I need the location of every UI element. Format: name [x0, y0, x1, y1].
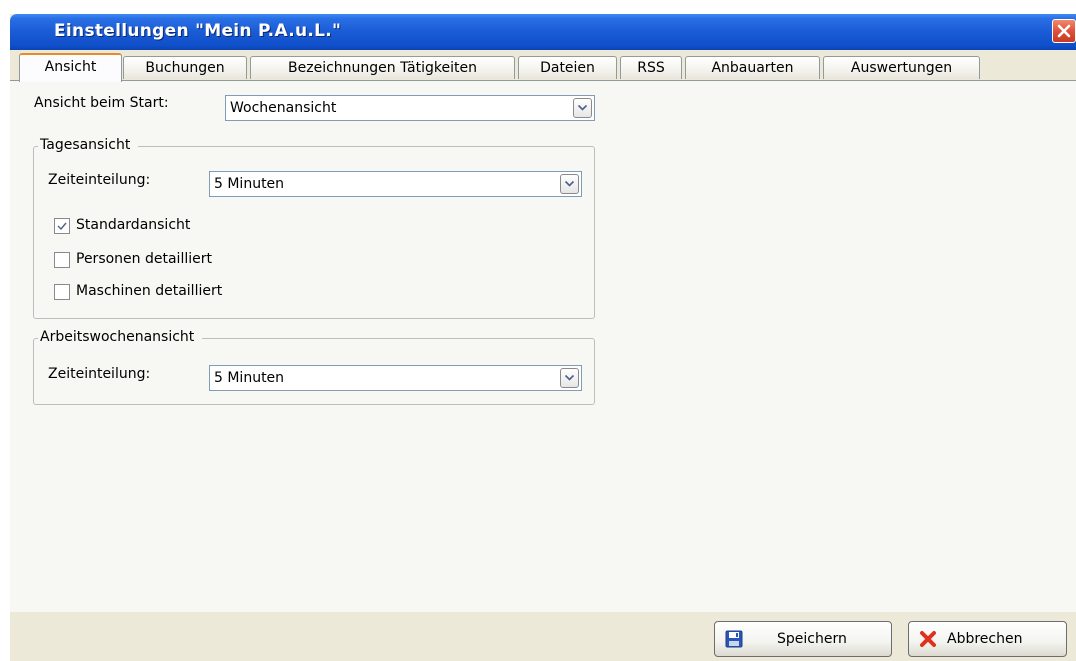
- window-title: Einstellungen "Mein P.A.u.L.": [54, 21, 342, 41]
- group-tagesansicht-title: Tagesansicht: [38, 137, 139, 153]
- settings-dialog: Einstellungen "Mein P.A.u.L." Ansicht Bu…: [10, 14, 1076, 661]
- personen-detailliert-checkbox[interactable]: [54, 252, 70, 268]
- start-view-value: Wochenansicht: [230, 100, 337, 116]
- group-arbeitswochenansicht: Arbeitswochenansicht Zeiteinteilung: 5 M…: [33, 329, 595, 405]
- week-time-division-label: Zeiteinteilung:: [48, 366, 151, 382]
- chevron-down-icon: [577, 104, 588, 111]
- group-tagesansicht: Tagesansicht Zeiteinteilung: 5 Minuten S…: [33, 137, 595, 319]
- standardansicht-label: Standardansicht: [76, 217, 191, 233]
- chevron-down-icon: [564, 180, 575, 187]
- day-time-division-select[interactable]: 5 Minuten: [209, 171, 582, 197]
- check-icon: [57, 222, 67, 231]
- tab-rss[interactable]: RSS: [620, 56, 682, 79]
- tab-anbauarten[interactable]: Anbauarten: [685, 56, 820, 79]
- maschinen-detailliert-label: Maschinen detailliert: [76, 283, 223, 299]
- floppy-disk-icon: [725, 630, 743, 652]
- start-view-label: Ansicht beim Start:: [34, 95, 169, 111]
- chevron-down-icon: [564, 374, 575, 381]
- save-button[interactable]: Speichern: [714, 621, 892, 657]
- tab-ansicht[interactable]: Ansicht: [19, 53, 122, 82]
- personen-detailliert-label: Personen detailliert: [76, 251, 212, 267]
- tab-auswertungen[interactable]: Auswertungen: [823, 56, 980, 79]
- red-x-icon: [919, 630, 937, 652]
- tab-bezeichnungen-taetigkeiten[interactable]: Bezeichnungen Tätigkeiten: [250, 56, 515, 79]
- start-view-dropdown-button[interactable]: [573, 98, 592, 118]
- title-bar[interactable]: Einstellungen "Mein P.A.u.L.": [10, 14, 1076, 50]
- day-time-division-value: 5 Minuten: [214, 176, 285, 192]
- day-time-division-label: Zeiteinteilung:: [48, 172, 151, 188]
- week-time-division-value: 5 Minuten: [214, 370, 285, 386]
- cancel-button-label: Abbrechen: [947, 631, 1023, 647]
- standardansicht-checkbox[interactable]: [54, 218, 70, 234]
- day-time-division-dropdown-button[interactable]: [560, 174, 579, 194]
- close-button[interactable]: [1052, 19, 1076, 43]
- week-time-division-dropdown-button[interactable]: [560, 368, 579, 388]
- close-icon: [1057, 24, 1071, 38]
- save-button-label: Speichern: [777, 631, 847, 647]
- week-time-division-select[interactable]: 5 Minuten: [209, 365, 582, 391]
- maschinen-detailliert-checkbox[interactable]: [54, 284, 70, 300]
- tab-dateien[interactable]: Dateien: [518, 56, 617, 79]
- cancel-button[interactable]: Abbrechen: [908, 621, 1067, 657]
- start-view-select[interactable]: Wochenansicht: [225, 95, 595, 121]
- group-arbeitswochenansicht-title: Arbeitswochenansicht: [38, 329, 203, 345]
- tab-panel-ansicht: Ansicht beim Start: Wochenansicht Tagesa…: [10, 80, 1076, 612]
- tab-buchungen[interactable]: Buchungen: [123, 56, 247, 79]
